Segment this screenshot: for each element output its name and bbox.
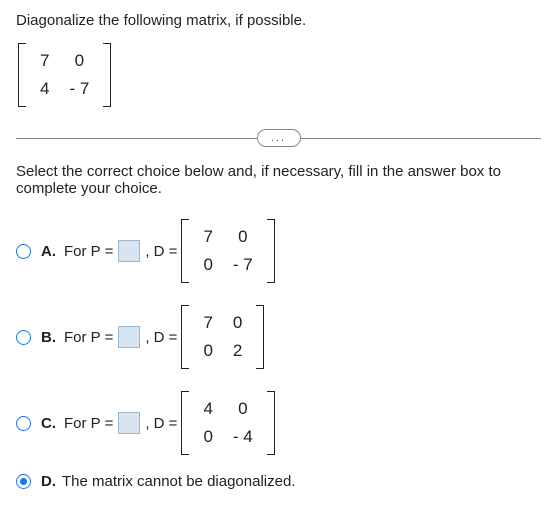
choice-letter: A. [41, 243, 56, 260]
choice-letter: D. [41, 473, 56, 490]
matrix-cell: - 4 [223, 423, 263, 451]
radio-d[interactable] [16, 474, 31, 489]
matrix-cell: 0 [223, 309, 252, 337]
question-matrix: 7 0 4 - 7 [18, 43, 111, 107]
matrix-cell: 0 [59, 47, 99, 75]
choice-d[interactable]: D. The matrix cannot be diagonalized. [16, 473, 541, 490]
choice-prefix: For P = [64, 415, 113, 432]
choice-letter: B. [41, 329, 56, 346]
choice-b[interactable]: B. For P = , D = 7 0 0 2 [16, 301, 541, 373]
choice-mid: , D = [145, 243, 177, 260]
choice-a-matrix: 7 0 0 - 7 [181, 219, 274, 283]
matrix-cell: - 7 [223, 251, 263, 279]
matrix-cell: 0 [193, 337, 222, 365]
choice-mid: , D = [145, 415, 177, 432]
choice-b-matrix: 7 0 0 2 [181, 305, 264, 369]
choice-mid: , D = [145, 329, 177, 346]
choice-prefix: For P = [64, 329, 113, 346]
radio-a[interactable] [16, 244, 31, 259]
matrix-cell: 2 [223, 337, 252, 365]
answer-input-c[interactable] [118, 412, 140, 434]
bracket-right-icon [256, 305, 264, 369]
bracket-left-icon [181, 391, 189, 455]
matrix-cell: 4 [30, 75, 59, 103]
bracket-right-icon [103, 43, 111, 107]
section-divider: ... [16, 129, 541, 147]
bracket-right-icon [267, 391, 275, 455]
matrix-cell: 0 [193, 251, 222, 279]
matrix-cell: 0 [193, 423, 222, 451]
matrix-cell: 4 [193, 395, 222, 423]
choice-a[interactable]: A. For P = , D = 7 0 0 - 7 [16, 215, 541, 287]
radio-c[interactable] [16, 416, 31, 431]
choices-group: A. For P = , D = 7 0 0 - 7 [16, 215, 541, 490]
matrix-cell: 7 [30, 47, 59, 75]
matrix-cell: 0 [223, 395, 263, 423]
matrix-cell: 0 [223, 223, 263, 251]
answer-input-a[interactable] [118, 240, 140, 262]
bracket-left-icon [181, 305, 189, 369]
instruction-text: Select the correct choice below and, if … [16, 163, 541, 197]
bracket-left-icon [18, 43, 26, 107]
choice-c-matrix: 4 0 0 - 4 [181, 391, 274, 455]
choice-d-text: The matrix cannot be diagonalized. [62, 473, 295, 490]
choice-prefix: For P = [64, 243, 113, 260]
question-prompt: Diagonalize the following matrix, if pos… [16, 12, 541, 29]
radio-b[interactable] [16, 330, 31, 345]
choice-letter: C. [41, 415, 56, 432]
matrix-cell: 7 [193, 309, 222, 337]
matrix-cell: 7 [193, 223, 222, 251]
bracket-left-icon [181, 219, 189, 283]
answer-input-b[interactable] [118, 326, 140, 348]
matrix-cell: - 7 [59, 75, 99, 103]
more-options-button[interactable]: ... [257, 129, 301, 147]
ellipsis-icon: ... [271, 133, 286, 144]
choice-c[interactable]: C. For P = , D = 4 0 0 - 4 [16, 387, 541, 459]
bracket-right-icon [267, 219, 275, 283]
